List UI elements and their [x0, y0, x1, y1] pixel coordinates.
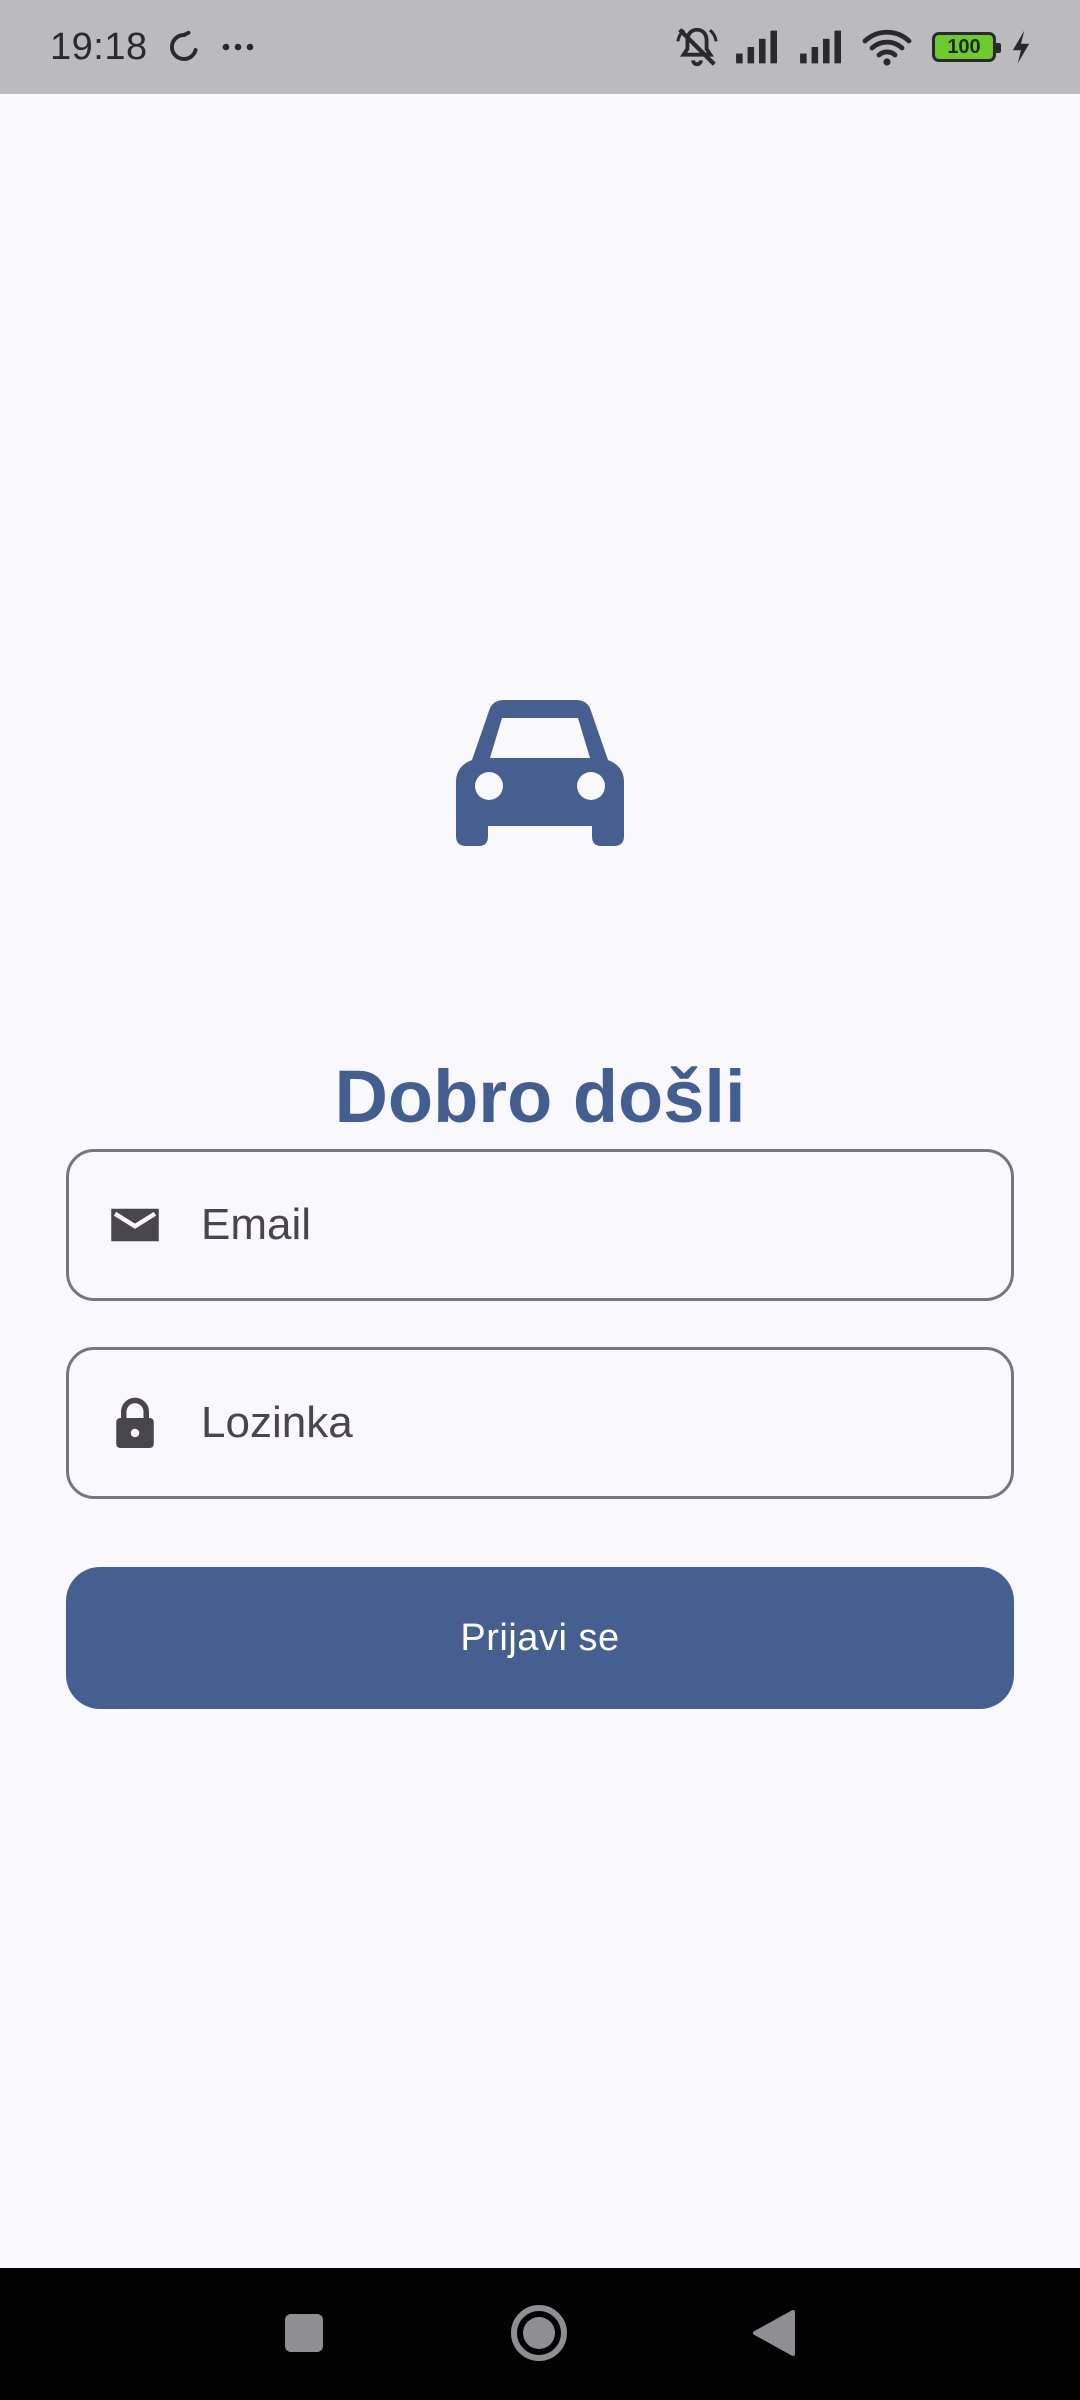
- signal-icon: [800, 30, 841, 64]
- login-screen: Dobro došli Prijavi se: [0, 94, 1080, 2268]
- home-button[interactable]: [494, 2288, 584, 2378]
- signal-icon: [736, 30, 777, 64]
- status-right: 100: [674, 24, 1032, 70]
- more-dots-icon: [222, 43, 253, 51]
- charging-icon: [1012, 30, 1030, 64]
- email-icon: [111, 1208, 159, 1242]
- email-input[interactable]: [201, 1200, 981, 1250]
- battery-level: 100: [947, 35, 981, 58]
- sync-icon: [169, 30, 198, 61]
- recents-button[interactable]: [259, 2288, 349, 2378]
- page-title: Dobro došli: [334, 1055, 746, 1138]
- recents-icon: [285, 2314, 323, 2352]
- mute-icon: [676, 27, 718, 67]
- email-field[interactable]: [66, 1149, 1014, 1301]
- status-time: 19:18: [50, 25, 148, 68]
- status-bar: 19:18 100: [0, 0, 1080, 94]
- password-field[interactable]: [66, 1347, 1014, 1499]
- battery-icon: 100: [932, 32, 1001, 62]
- back-icon: [753, 2310, 795, 2356]
- lock-icon: [116, 1397, 154, 1448]
- status-left: 19:18: [50, 26, 256, 69]
- home-icon: [511, 2305, 567, 2361]
- back-button[interactable]: [729, 2288, 819, 2378]
- password-input[interactable]: [201, 1398, 981, 1448]
- car-icon: [456, 700, 624, 846]
- navigation-bar: [0, 2268, 1080, 2400]
- wifi-icon: [862, 29, 912, 66]
- login-button[interactable]: Prijavi se: [66, 1567, 1014, 1709]
